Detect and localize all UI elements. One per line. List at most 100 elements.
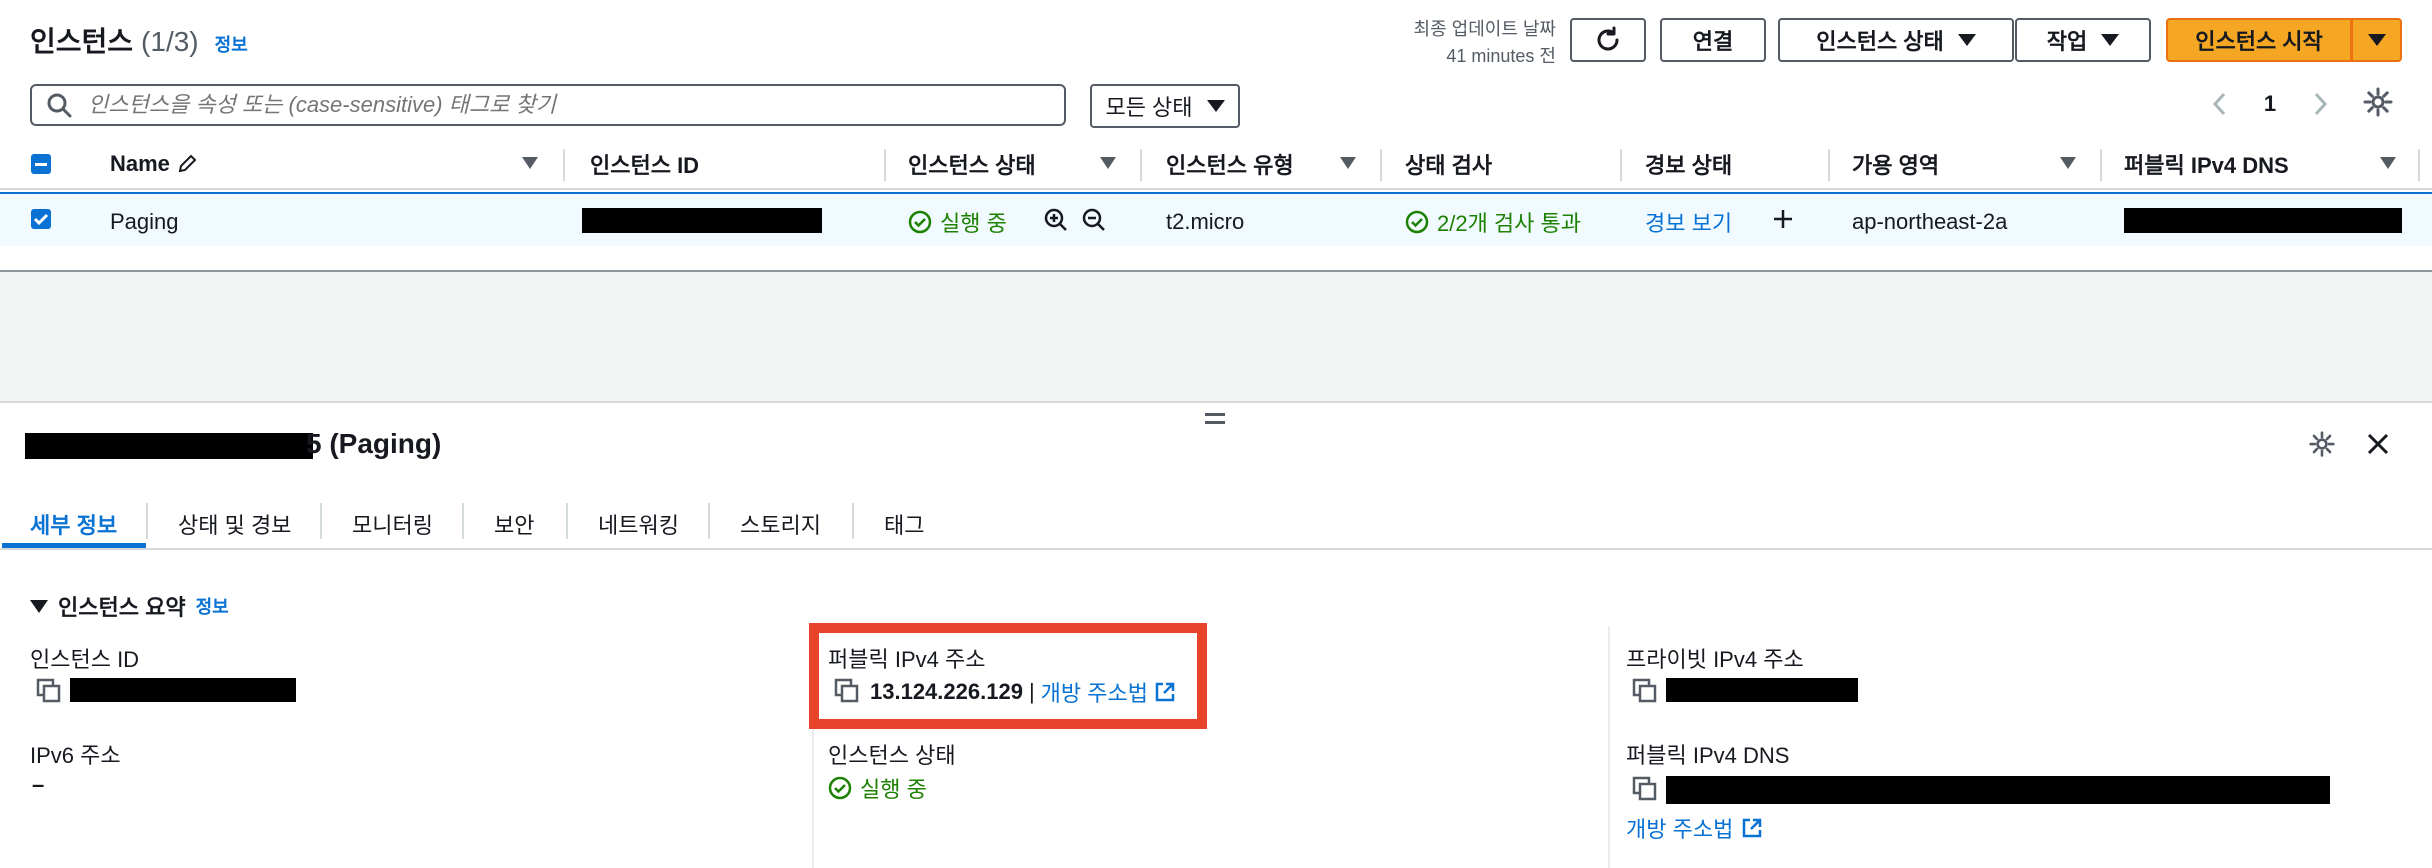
column-divider[interactable] <box>1828 149 1830 181</box>
column-divider[interactable] <box>884 149 886 181</box>
caret-down-icon <box>2101 34 2120 46</box>
caret-down-icon <box>2367 34 2386 46</box>
info-link[interactable]: 정보 <box>215 31 248 57</box>
row-state-label: 실행 중 <box>940 211 1007 236</box>
field-label-instance-id: 인스턴스 ID <box>30 647 140 672</box>
row-availability-zone: ap-northeast-2a <box>1852 209 2008 234</box>
search-input[interactable] <box>86 91 1050 119</box>
actions-button[interactable]: 작업 <box>2015 18 2151 62</box>
connect-button[interactable]: 연결 <box>1660 18 1766 62</box>
chevron-left-icon[interactable] <box>2210 91 2230 117</box>
resize-handle[interactable] <box>1205 413 1225 425</box>
field-value-instance-state: 실행 중 <box>828 772 927 804</box>
col-header-status-check[interactable]: 상태 검사 <box>1405 147 1492 181</box>
refresh-icon <box>1597 26 1619 51</box>
col-header-availability-zone[interactable]: 가용 영역 <box>1852 147 1939 181</box>
column-divider[interactable] <box>1380 149 1382 181</box>
last-updated: 최종 업데이트 날짜 41 minutes 전 <box>1380 16 1556 70</box>
refresh-button[interactable] <box>1570 18 1646 62</box>
success-check-icon <box>908 210 932 234</box>
open-address-link[interactable]: 개방 주소법 <box>1041 676 1148 708</box>
tab-divider <box>566 503 568 539</box>
zoom-in-icon[interactable] <box>1042 206 1070 234</box>
chevron-right-icon[interactable] <box>2310 91 2330 117</box>
state-filter-label: 모든 상태 <box>1105 95 1193 120</box>
column-divider[interactable] <box>2418 149 2420 181</box>
instance-summary-toggle[interactable]: 인스턴스 요약 정보 <box>30 590 229 622</box>
sort-icon[interactable] <box>2060 157 2076 169</box>
redacted-public-dns <box>2124 208 2402 233</box>
row-status-check[interactable]: 2/2개 검사 통과 <box>1405 205 1581 239</box>
instance-count: (1/3) <box>141 26 199 57</box>
tab-tags[interactable]: 태그 <box>884 500 924 548</box>
connect-label: 연결 <box>1692 29 1734 54</box>
col-header-instance-type[interactable]: 인스턴스 유형 <box>1166 147 1294 181</box>
add-alarm-plus-icon[interactable] <box>1772 208 1794 230</box>
sort-icon[interactable] <box>522 157 538 169</box>
redacted-instance-id-title <box>25 433 313 459</box>
col-header-instance-state[interactable]: 인스턴스 상태 <box>908 147 1036 181</box>
col-header-public-dns[interactable]: 퍼블릭 IPv4 DNS <box>2124 147 2289 181</box>
row-checkbox[interactable] <box>31 209 51 229</box>
redacted-private-ipv4 <box>1666 678 1858 702</box>
settings-gear-icon[interactable] <box>2362 86 2394 118</box>
table-empty-area <box>0 246 2432 270</box>
col-header-instance-id[interactable]: 인스턴스 ID <box>590 147 699 181</box>
open-address-link-2[interactable]: 개방 주소법 <box>1626 812 1733 844</box>
instance-state-button[interactable]: 인스턴스 상태 <box>1778 18 2014 62</box>
copy-icon[interactable] <box>1632 776 1658 802</box>
tab-monitoring[interactable]: 모니터링 <box>352 500 433 548</box>
view-alarms-link[interactable]: 경보 보기 <box>1645 205 1732 239</box>
row-status-check-label: 2/2개 검사 통과 <box>1437 211 1582 236</box>
summary-column-divider <box>1608 626 1610 868</box>
sort-icon[interactable] <box>1100 157 1116 169</box>
open-address-link-row: 개방 주소법 <box>1626 812 1763 844</box>
sort-icon[interactable] <box>2380 157 2396 169</box>
select-all-checkbox[interactable] <box>31 154 51 174</box>
redacted-instance-id-value <box>70 678 296 702</box>
row-name[interactable]: Paging <box>110 205 179 239</box>
launch-instance-button[interactable]: 인스턴스 시작 <box>2166 18 2352 62</box>
edit-pencil-icon <box>178 154 197 173</box>
launch-label: 인스턴스 시작 <box>2195 29 2323 54</box>
tab-security[interactable]: 보안 <box>494 500 534 548</box>
column-divider[interactable] <box>2100 149 2102 181</box>
tab-storage[interactable]: 스토리지 <box>740 500 821 548</box>
sort-icon[interactable] <box>1340 157 1356 169</box>
column-divider[interactable] <box>1620 149 1622 181</box>
panel-settings-gear-icon[interactable] <box>2308 430 2336 458</box>
pagination: 1 <box>2210 84 2330 124</box>
close-icon[interactable] <box>2366 432 2390 456</box>
copy-icon[interactable] <box>834 678 860 704</box>
col-header-alarm-status[interactable]: 경보 상태 <box>1645 147 1732 181</box>
summary-info-link[interactable]: 정보 <box>196 593 229 619</box>
actions-label: 작업 <box>2046 29 2088 54</box>
launch-dropdown-button[interactable] <box>2352 18 2402 62</box>
tab-divider <box>462 503 464 539</box>
zoom-out-icon[interactable] <box>1080 206 1108 234</box>
copy-icon[interactable] <box>1632 678 1658 704</box>
tab-details[interactable]: 세부 정보 <box>30 500 117 548</box>
col-name-label: Name <box>110 151 170 176</box>
column-divider[interactable] <box>1140 149 1142 181</box>
details-title: 5 (Paging) <box>306 428 442 459</box>
checkmark-icon <box>33 213 49 226</box>
tab-networking[interactable]: 네트워킹 <box>598 500 679 548</box>
field-label-ipv6: IPv6 주소 <box>30 743 121 768</box>
tab-status-alarms[interactable]: 상태 및 경보 <box>178 500 291 548</box>
external-link-icon[interactable] <box>1741 817 1763 839</box>
public-ipv4-row: 13.124.226.129 | 개방 주소법 <box>870 676 1176 708</box>
field-value-ipv6: – <box>32 772 45 797</box>
copy-icon[interactable] <box>36 678 62 704</box>
row-instance-type: t2.micro <box>1166 209 1245 234</box>
field-label-public-dns: 퍼블릭 IPv4 DNS <box>1626 743 1790 768</box>
tabs-bottom-border <box>0 548 2432 550</box>
page-number[interactable]: 1 <box>2264 91 2276 117</box>
state-filter-dropdown[interactable]: 모든 상태 <box>1090 84 1240 128</box>
external-link-icon[interactable] <box>1154 681 1176 703</box>
col-header-name[interactable]: Name <box>110 147 198 181</box>
field-label-instance-state: 인스턴스 상태 <box>828 743 956 768</box>
caret-down-icon <box>1206 100 1225 112</box>
search-box[interactable] <box>30 84 1066 126</box>
column-divider[interactable] <box>563 149 565 181</box>
